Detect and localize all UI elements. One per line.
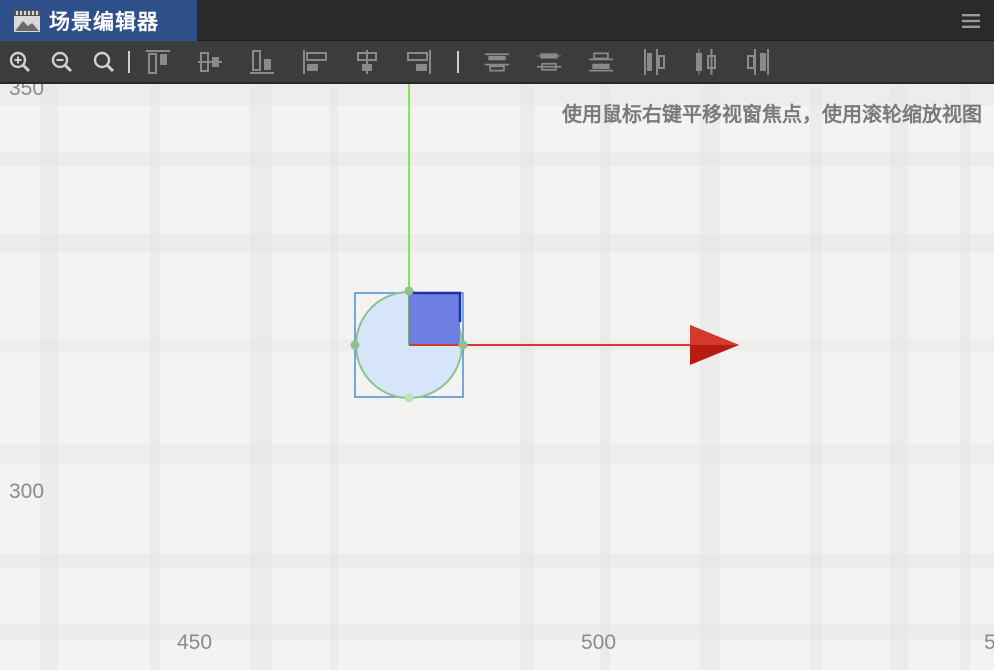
distribute-left-button[interactable]	[641, 49, 667, 75]
toolbar-divider	[457, 51, 459, 73]
align-left-icon	[303, 50, 327, 74]
align-right-icon	[407, 50, 431, 74]
zoom-reset-icon	[93, 51, 115, 73]
align-bottom-icon	[250, 50, 274, 74]
resize-handle-top[interactable]	[404, 286, 414, 296]
resize-handle-right[interactable]	[458, 340, 468, 350]
zoom-out-icon	[51, 51, 73, 73]
scene-viewport[interactable]: 350 300 450 500 5 使用鼠标右键平移视窗焦点，使用滚轮缩放视图	[0, 84, 994, 670]
x-axis-arrow-highlight	[690, 325, 739, 345]
distribute-bottom-icon	[588, 52, 614, 72]
align-left-button[interactable]	[302, 49, 328, 75]
zoom-reset-button[interactable]	[91, 49, 117, 75]
align-vertical-center-button[interactable]	[197, 49, 223, 75]
tab-label: 场景编辑器	[49, 9, 159, 34]
scene-toolbar	[0, 41, 994, 83]
resize-handle-bottom[interactable]	[404, 393, 414, 403]
distribute-right-button[interactable]	[745, 49, 771, 75]
toolbar-divider	[128, 51, 130, 73]
rotate-scale-handle[interactable]	[409, 293, 460, 345]
align-horizontal-center-button[interactable]	[354, 49, 380, 75]
align-horizontal-center-icon	[357, 50, 377, 74]
distribute-top-icon	[484, 53, 510, 72]
align-top-icon	[146, 50, 170, 74]
scene-editor-icon	[13, 8, 41, 34]
align-vertical-center-icon	[198, 52, 222, 72]
distribute-horizontal-center-icon	[696, 49, 716, 75]
panel-menu-button[interactable]	[960, 11, 982, 31]
distribute-vertical-center-icon	[536, 53, 562, 71]
distribute-bottom-button[interactable]	[588, 49, 614, 75]
distribute-left-icon	[644, 49, 665, 75]
distribute-top-button[interactable]	[484, 49, 510, 75]
distribute-horizontal-center-button[interactable]	[693, 49, 719, 75]
tab-scene-editor[interactable]: 场景编辑器	[0, 0, 197, 41]
align-right-button[interactable]	[406, 49, 432, 75]
distribute-vertical-center-button[interactable]	[536, 49, 562, 75]
zoom-in-button[interactable]	[7, 49, 33, 75]
zoom-in-icon	[9, 51, 31, 73]
zoom-out-button[interactable]	[49, 49, 75, 75]
align-bottom-button[interactable]	[249, 49, 275, 75]
resize-handle-left[interactable]	[350, 340, 360, 350]
distribute-right-icon	[747, 49, 769, 75]
align-top-button[interactable]	[145, 49, 171, 75]
hamburger-menu-icon	[962, 14, 980, 28]
panel-title-bar: 场景编辑器	[0, 0, 994, 41]
